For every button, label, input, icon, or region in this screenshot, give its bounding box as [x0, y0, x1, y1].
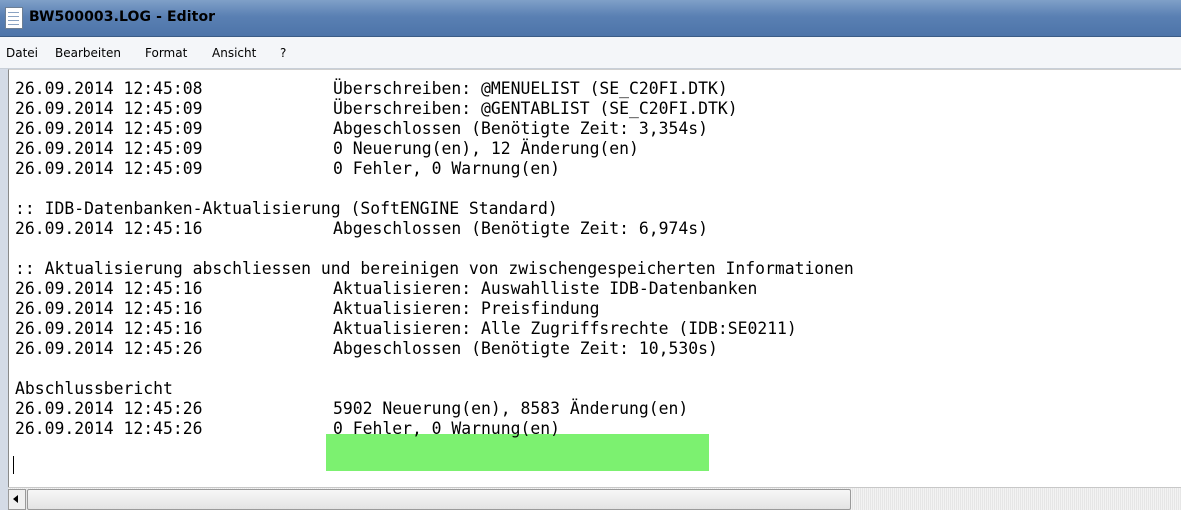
- log-line: 26.09.2014 12:45:16 Aktualisieren: Preisf…: [15, 299, 600, 318]
- log-line: 26.09.2014 12:45:26 5902 Neuerung(en), 85…: [15, 399, 689, 418]
- log-section-header: Abschlussbericht: [15, 379, 173, 398]
- log-line-blank: [15, 239, 854, 259]
- log-line: 26.09.2014 12:45:26 Abgeschlossen (Benöti…: [15, 339, 718, 358]
- log-line: 26.09.2014 12:45:16 Aktualisieren: Alle Z…: [15, 319, 797, 338]
- log-line: 26.09.2014 12:45:09 Abgeschlossen (Benöti…: [15, 119, 708, 138]
- log-line: 26.09.2014 12:45:26 0 Fehler, 0 Warnung(e…: [15, 419, 560, 438]
- scrollbar-thumb[interactable]: [27, 489, 851, 510]
- log-line: 26.09.2014 12:45:09 0 Neuerung(en), 12 Än…: [15, 139, 639, 158]
- arrow-left-icon: [13, 495, 18, 503]
- log-section-header: :: Aktualisierung abschliessen und berei…: [15, 259, 854, 278]
- menu-bearbeiten[interactable]: Bearbeiten: [55, 46, 121, 60]
- text-editor-area[interactable]: 26.09.2014 12:45:08 Überschreiben: @MENUE…: [8, 69, 1181, 487]
- menu-bar: Datei Bearbeiten Format Ansicht ?: [0, 37, 1181, 69]
- log-line: 26.09.2014 12:45:09 0 Fehler, 0 Warnung(e…: [15, 159, 560, 178]
- highlight-marker: [326, 434, 709, 471]
- title-bar[interactable]: BW500003.LOG - Editor: [0, 0, 1181, 37]
- log-line: 26.09.2014 12:45:08 Überschreiben: @MENUE…: [15, 79, 728, 98]
- log-line: 26.09.2014 12:45:16 Aktualisieren: Auswah…: [15, 279, 758, 298]
- log-line-blank: [15, 179, 854, 199]
- log-line: 26.09.2014 12:45:16 Abgeschlossen (Benöti…: [15, 219, 708, 238]
- log-section-header: :: IDB-Datenbanken-Aktualisierung (SoftE…: [15, 199, 558, 218]
- notepad-icon[interactable]: [5, 7, 23, 29]
- scroll-left-button[interactable]: [8, 489, 26, 510]
- window-title: BW500003.LOG - Editor: [29, 9, 216, 25]
- log-line: 26.09.2014 12:45:09 Überschreiben: @GENTA…: [15, 99, 738, 118]
- log-line-blank: [15, 359, 854, 379]
- menu-help[interactable]: ?: [280, 46, 286, 60]
- menu-ansicht[interactable]: Ansicht: [212, 46, 256, 60]
- log-lines: 26.09.2014 12:45:08 Überschreiben: @MENUE…: [15, 79, 854, 439]
- menu-datei[interactable]: Datei: [6, 46, 38, 60]
- horizontal-scrollbar[interactable]: [8, 487, 1181, 510]
- menu-format[interactable]: Format: [145, 46, 187, 60]
- text-cursor: [13, 456, 14, 474]
